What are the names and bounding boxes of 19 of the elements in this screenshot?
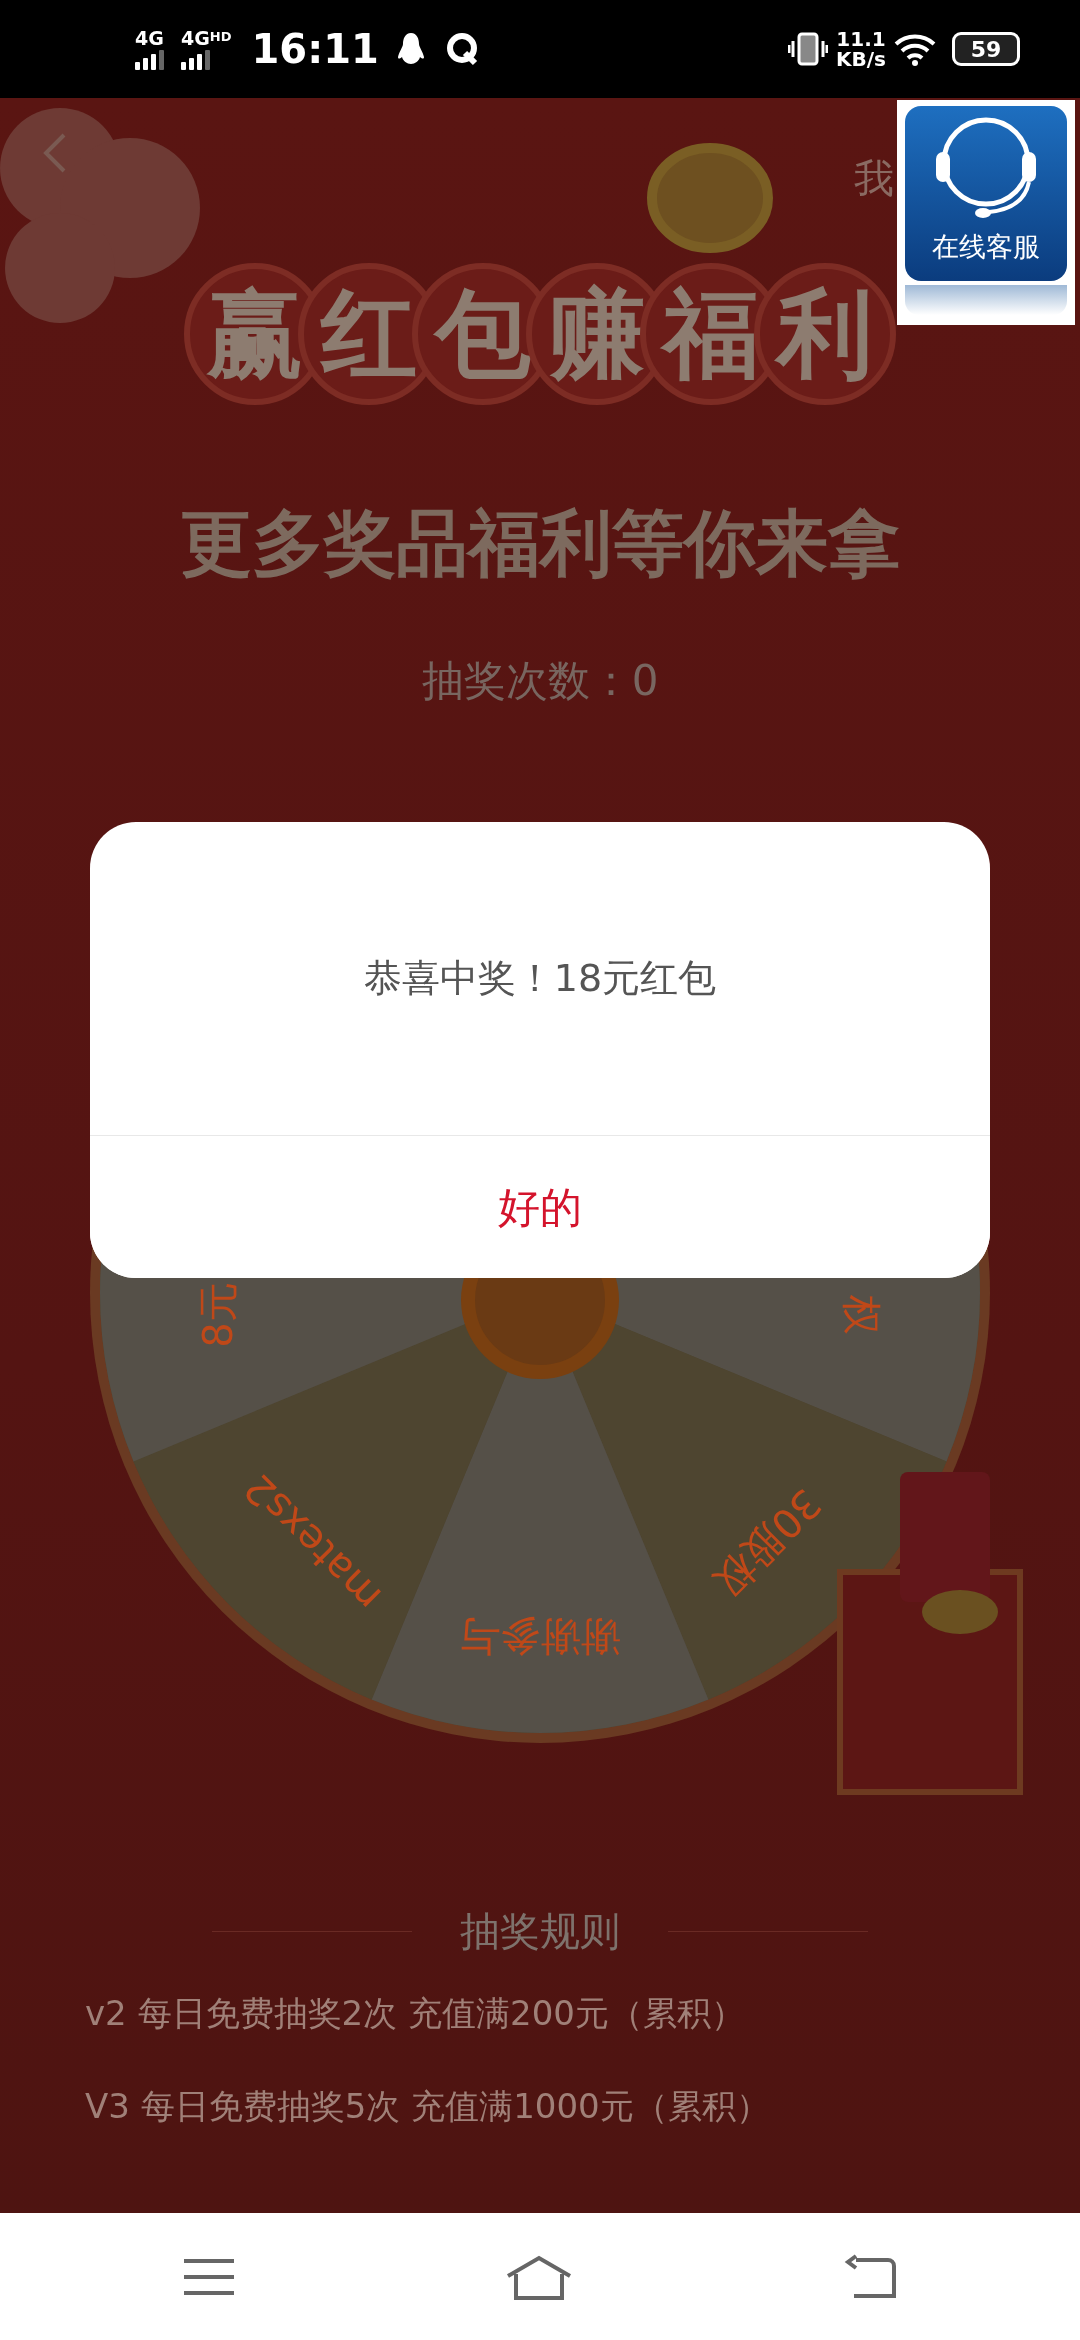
prize-label: 谢谢参与	[460, 1614, 620, 1660]
banner-subtitle: 更多奖品福利等你来拿	[180, 499, 900, 587]
dialog-message: 恭喜中奖！18元红包	[363, 955, 717, 1002]
network-type-label: 4G$^{HD}$	[181, 28, 232, 48]
customer-service-button[interactable]: 在线客服	[897, 100, 1075, 325]
speed-unit: KB/s	[836, 49, 886, 69]
ok-button[interactable]: 好的	[90, 1135, 990, 1278]
prize-label: 权	[839, 1295, 885, 1335]
network-type-label: 4G	[135, 28, 165, 48]
battery-level: 59	[952, 32, 1020, 66]
prize-label: 8元	[195, 1282, 241, 1348]
rules-title: 抽奖规则	[460, 1907, 620, 1956]
rule-text: v2 每日免费抽奖2次 充值满200元（累积）	[85, 1992, 745, 2035]
rule-text: V3 每日免费抽奖5次 充值满1000元（累积）	[85, 2085, 770, 2128]
network-speed: 11.1	[836, 29, 886, 49]
header-text[interactable]: 我	[854, 148, 894, 208]
prize-label: 30股权	[705, 1480, 831, 1606]
draw-count: 抽奖次数：0	[421, 655, 659, 707]
status-time: 16:11	[251, 25, 379, 74]
